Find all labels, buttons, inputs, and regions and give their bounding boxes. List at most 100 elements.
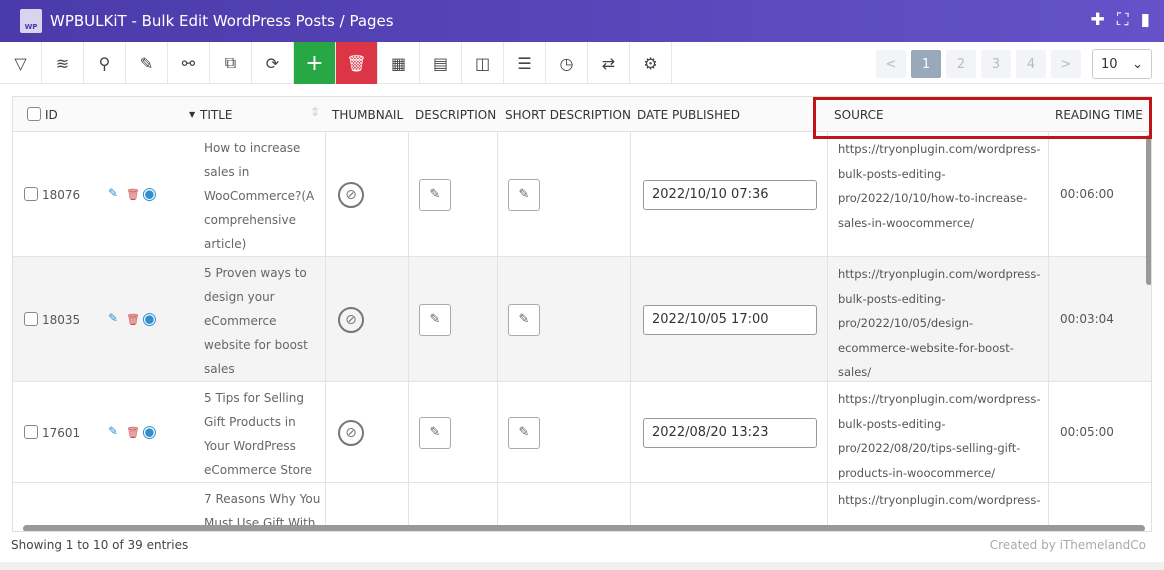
trash-icon[interactable]: 🗑 [126,426,140,439]
col-date-published[interactable]: DATE PUBLISHED [637,108,740,122]
edit-description-button[interactable]: ✎ [419,303,451,336]
id-cell: 18035 ✎ 🗑 ◉ [13,257,196,381]
filter-icon[interactable]: ▽ [0,42,42,84]
reading-time-cell[interactable]: 00:06:00 [1049,132,1151,256]
edit-description-button[interactable]: ✎ [419,178,451,211]
date-input[interactable]: 2022/08/20 13:23 [643,417,817,448]
history-icon[interactable]: ◷ [546,42,588,84]
split-icon[interactable]: ◫ [462,42,504,84]
reading-time-cell[interactable]: 00:03:04 [1049,257,1151,381]
app-title: WPBULKiT - Bulk Edit WordPress Posts / P… [50,12,394,30]
title-line: design your [204,290,275,304]
edit-icon[interactable]: ✎ [108,186,118,200]
posts-table: ID ▼ TITLE ⇕ THUMBNAIL DESCRIPTION SHORT… [12,96,1152,532]
link-icon[interactable]: ⚯ [168,42,210,84]
edit-short-description-button[interactable]: ✎ [508,303,540,336]
edit-description-button[interactable]: ✎ [419,416,451,449]
post-id: 17601 [42,425,81,440]
trash-icon[interactable]: 🗑 [126,188,140,201]
row-checkbox[interactable] [24,186,38,201]
edit-icon[interactable]: ✎ [108,424,118,438]
description-cell: ✎ [409,132,498,256]
page-4-button[interactable]: 4 [1016,50,1046,78]
title-cell[interactable]: How to increase sales in WooCommerce?(A com… [196,132,326,256]
source-cell[interactable]: https://tryonplugin.com/wordpress-bulk-p… [828,382,1049,482]
date-input[interactable]: 2022/10/10 07:36 [643,179,817,210]
fullscreen-icon[interactable]: ⛶ [1117,10,1129,30]
post-id: 18035 [42,312,81,327]
source-line: bulk-posts-editing- [838,291,946,306]
title-line: WooCommerce?(A [204,189,315,203]
puzzle-icon[interactable]: ✚ [1090,10,1104,30]
per-page-select[interactable]: 10 ⌄ [1092,49,1152,79]
prev-page-button[interactable]: < [876,50,906,78]
refresh-icon[interactable]: ⟳ [252,42,294,84]
search-icon[interactable]: ⚲ [84,42,126,84]
source-line: bulk-posts-editing- [838,166,946,181]
view-icon[interactable]: ◉ [142,184,157,204]
vertical-scrollbar[interactable] [1146,135,1151,285]
source-line: pro/2022/10/10/how-to-increase- [838,191,1028,205]
thumbnail-cell[interactable]: ⊘ [326,382,409,482]
col-short-description[interactable]: SHORT DESCRIPTION [505,108,631,122]
page-3-button[interactable]: 3 [981,50,1011,78]
short-description-cell: ✎ [498,257,631,381]
date-input[interactable]: 2022/10/05 17:00 [643,304,817,335]
reading-time: 00:06:00 [1060,186,1114,201]
title-line: sales in [204,165,250,179]
col-description[interactable]: DESCRIPTION [415,108,496,122]
edit-icon[interactable]: ✎ [126,42,168,84]
per-page-value: 10 [1101,56,1118,72]
view-icon[interactable]: ◉ [142,309,157,329]
table-icon[interactable]: ▦ [378,42,420,84]
duplicate-icon[interactable]: ⧉ [210,42,252,84]
sort-arrows-icon[interactable]: ⇕ [310,105,320,119]
col-title[interactable]: TITLE [200,108,232,122]
date-cell: 2022/10/05 17:00 [631,257,828,381]
edit-short-description-button[interactable]: ✎ [508,178,540,211]
reading-time: 00:05:00 [1060,424,1114,439]
title-cell[interactable]: 5 Tips for Selling Gift Products in Your W… [196,382,326,482]
edit-icon[interactable]: ✎ [108,311,118,325]
thumbnail-cell[interactable]: ⊘ [326,257,409,381]
main-panel: ▽ ≋ ⚲ ✎ ⚯ ⧉ ⟳ + 🗑 ▦ ▤ ◫ ☰ ◷ ⇄ ⚙ < 1 2 3 … [0,42,1164,562]
thumbnail-cell[interactable]: ⊘ [326,132,409,256]
delete-button[interactable]: 🗑 [336,42,378,84]
trash-icon[interactable]: 🗑 [126,313,140,326]
reading-time: 00:03:04 [1060,311,1114,326]
page-1-button[interactable]: 1 [911,50,941,78]
horizontal-scrollbar[interactable] [23,525,1145,531]
table-row: 18035 ✎ 🗑 ◉ 5 Proven ways to design your eC… [13,257,1151,382]
source-line: https://tryonplugin.com/wordpress- [838,392,1041,406]
edit-short-description-button[interactable]: ✎ [508,416,540,449]
reading-time-cell[interactable]: 00:05:00 [1049,382,1151,482]
title-cell[interactable]: 5 Proven ways to design your eCommerce webs… [196,257,326,381]
col-thumbnail[interactable]: THUMBNAIL [332,108,403,122]
settings-icon[interactable]: ⚙ [630,42,672,84]
source-cell[interactable]: https://tryonplugin.com/wordpress-bulk-p… [828,132,1049,256]
credit-text: Created by iThemelandCo [989,538,1146,552]
title-line: comprehensive [204,213,296,227]
book-icon[interactable]: ▮ [1141,10,1150,30]
columns-icon[interactable]: ▤ [420,42,462,84]
source-cell[interactable]: https://tryonplugin.com/wordpress-bulk-p… [828,257,1049,381]
row-checkbox[interactable] [24,311,38,326]
title-line: 7 Reasons Why You [204,492,321,506]
source-line: sales-in-woocommerce/ [838,215,975,230]
source-line: https://tryonplugin.com/wordpress- [838,267,1041,281]
row-checkbox[interactable] [24,424,38,439]
title-line: article) [204,237,247,251]
view-icon[interactable]: ◉ [142,422,157,442]
layers-icon[interactable]: ≋ [42,42,84,84]
col-id[interactable]: ID [45,108,58,122]
page-2-button[interactable]: 2 [946,50,976,78]
next-page-button[interactable]: > [1051,50,1081,78]
title-line: 5 Proven ways to [204,266,307,280]
sync-icon[interactable]: ⇄ [588,42,630,84]
add-button[interactable]: + [294,42,336,84]
list-icon[interactable]: ☰ [504,42,546,84]
sort-icon[interactable]: ▼ [189,110,195,119]
description-cell: ✎ [409,382,498,482]
select-all-checkbox[interactable] [27,107,41,121]
post-id: 18076 [42,187,81,202]
